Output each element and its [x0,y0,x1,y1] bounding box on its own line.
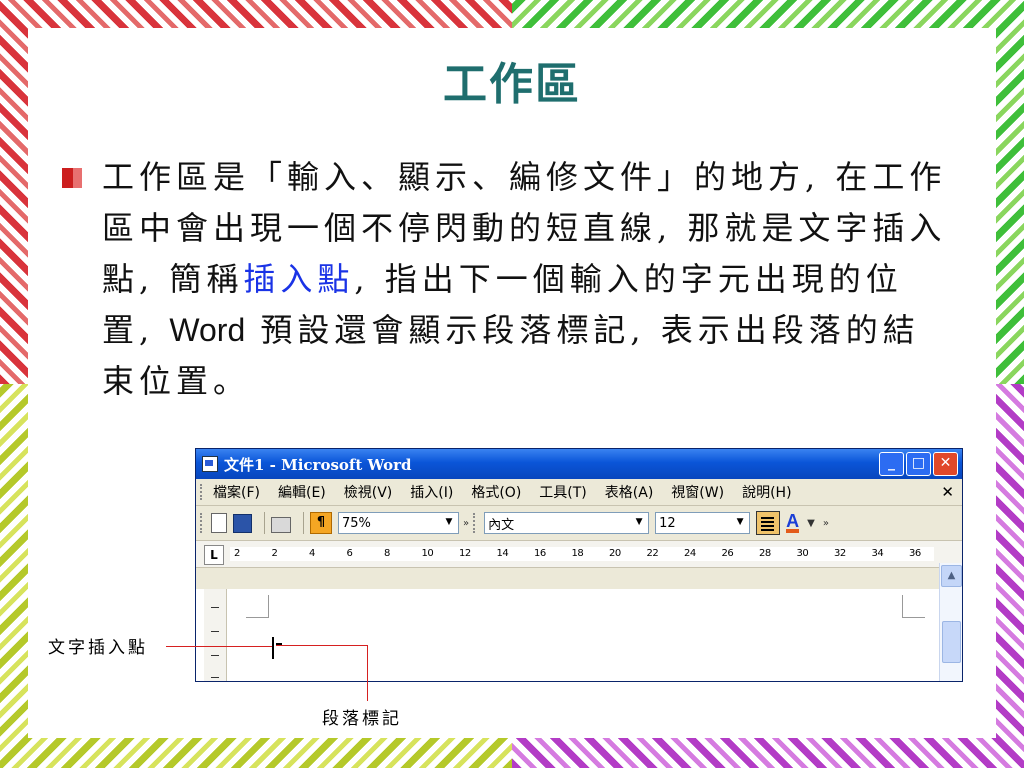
menu-table[interactable]: 表格(A) [605,482,654,502]
menu-view[interactable]: 檢視(V) [344,482,393,502]
ruler-tick-label: 32 [834,548,846,559]
ruler-tick-label: 20 [609,548,621,559]
body-text-word: Word [169,312,246,348]
menu-edit[interactable]: 編輯(E) [278,482,326,502]
menu-bar: 檔案(F) 編輯(E) 檢視(V) 插入(I) 格式(O) 工具(T) 表格(A… [196,479,962,506]
menu-grip-handle[interactable] [200,484,205,500]
window-controls: _ □ ✕ [879,452,958,476]
ruler-tick-label: 10 [421,548,434,559]
page-margin-corner-right [902,595,925,618]
toolbar-grip-handle[interactable] [200,513,205,533]
chevron-down-icon: ▼ [445,517,453,527]
vertical-ruler [204,589,227,681]
menu-window[interactable]: 視窗(W) [671,482,724,502]
slide-title: 工作區 [443,59,581,110]
callout-insertion-point-line [166,646,272,647]
font-size-select[interactable]: 12 ▼ [655,512,751,534]
bullet-square-icon [62,168,82,188]
document-close-button[interactable]: ✕ [941,483,954,501]
ruler-tick-label: 24 [684,548,696,559]
vruler-tick [211,655,219,656]
word-document-icon [202,456,218,472]
toolbar-overflow-icon[interactable]: » [823,518,829,529]
ruler-tick-label: 2 [271,548,278,559]
ruler-tick-label: 36 [909,548,921,559]
word-window: 文件1 - Microsoft Word _ □ ✕ 檔案(F) 編輯(E) 檢… [195,448,963,682]
menu-help[interactable]: 說明(H) [742,482,791,502]
page-margin-corner-left [246,595,269,618]
menu-file[interactable]: 檔案(F) [213,482,260,502]
zoom-select[interactable]: 75% ▼ [338,512,459,534]
ruler-tick-label: 8 [384,548,390,559]
document-work-area[interactable]: ▲ [196,563,962,681]
ruler-tick-label: 34 [871,548,884,559]
menu-insert[interactable]: 插入(I) [410,482,453,502]
body-text-highlight: 插入點 [243,260,355,298]
close-button[interactable]: ✕ [933,452,958,476]
show-paragraph-marks-icon[interactable]: ¶ [310,512,332,534]
print-icon[interactable] [271,517,291,533]
tab-selector-button[interactable]: L [204,545,224,565]
ruler-tick-label: 30 [796,548,809,559]
callout-insertion-point-label: 文字插入點 [48,638,148,658]
chevron-down-icon: ▼ [635,517,643,527]
align-left-icon[interactable] [756,511,781,535]
new-document-icon[interactable] [211,513,227,533]
toolbar-separator [303,512,304,534]
formatting-grip-handle[interactable] [473,513,478,533]
toolbar-overflow-icon[interactable]: » [463,518,469,529]
maximize-button[interactable]: □ [906,452,931,476]
ruler-tick-label: 12 [459,548,471,559]
ruler-tick-label: 18 [571,548,584,559]
ruler-tick-label: 14 [496,548,509,559]
window-titlebar: 文件1 - Microsoft Word _ □ ✕ [196,449,962,479]
save-icon[interactable] [233,513,252,533]
horizontal-ruler[interactable]: L 2 2 4 6 8 10 12 14 16 18 20 22 24 26 28 30 32 34 36 [196,541,962,568]
ruler-tick-label: 26 [721,548,734,559]
ruler-tick-label: 22 [646,548,659,559]
chevron-down-icon: ▼ [736,517,744,527]
vertical-scrollbar[interactable]: ▲ [939,563,962,681]
callout-paragraph-mark-label: 段落標記 [322,709,402,729]
insertion-point-caret [272,637,274,659]
vruler-tick [211,677,219,678]
font-color-icon[interactable]: A [786,512,800,533]
ruler-tick-label: 6 [346,548,353,559]
scroll-up-arrow-icon[interactable]: ▲ [941,565,962,587]
ruler-tick-label: 2 [234,548,240,559]
minimize-button[interactable]: _ [879,452,904,476]
menu-format[interactable]: 格式(O) [471,482,521,502]
scroll-thumb[interactable] [942,621,961,663]
zoom-value: 75% [342,515,371,531]
standard-toolbar: ¶ 75% ▼ » 內文 ▼ 12 ▼ A ▼ » [196,506,962,541]
callout-paragraph-mark-line-v [367,645,368,701]
font-color-dropdown-icon[interactable]: ▼ [807,518,815,529]
menu-tools[interactable]: 工具(T) [539,482,586,502]
style-select[interactable]: 內文 ▼ [484,512,650,534]
font-size-value: 12 [659,515,676,531]
window-title: 文件1 - Microsoft Word [224,455,412,474]
slide-body-text: 工作區是「輸入、顯示、編修文件」的地方, 在工作區中會出現一個不停閃動的短直線,… [102,152,952,407]
ruler-tick-label: 4 [309,548,315,559]
ruler-tick-label: 16 [534,548,546,559]
vruler-tick [211,631,219,632]
callout-paragraph-mark-line-h [276,645,368,646]
ruler-tick-label: 28 [759,548,771,559]
toolbar-separator [264,512,265,534]
style-value: 內文 [488,517,515,533]
vruler-tick [211,607,219,608]
